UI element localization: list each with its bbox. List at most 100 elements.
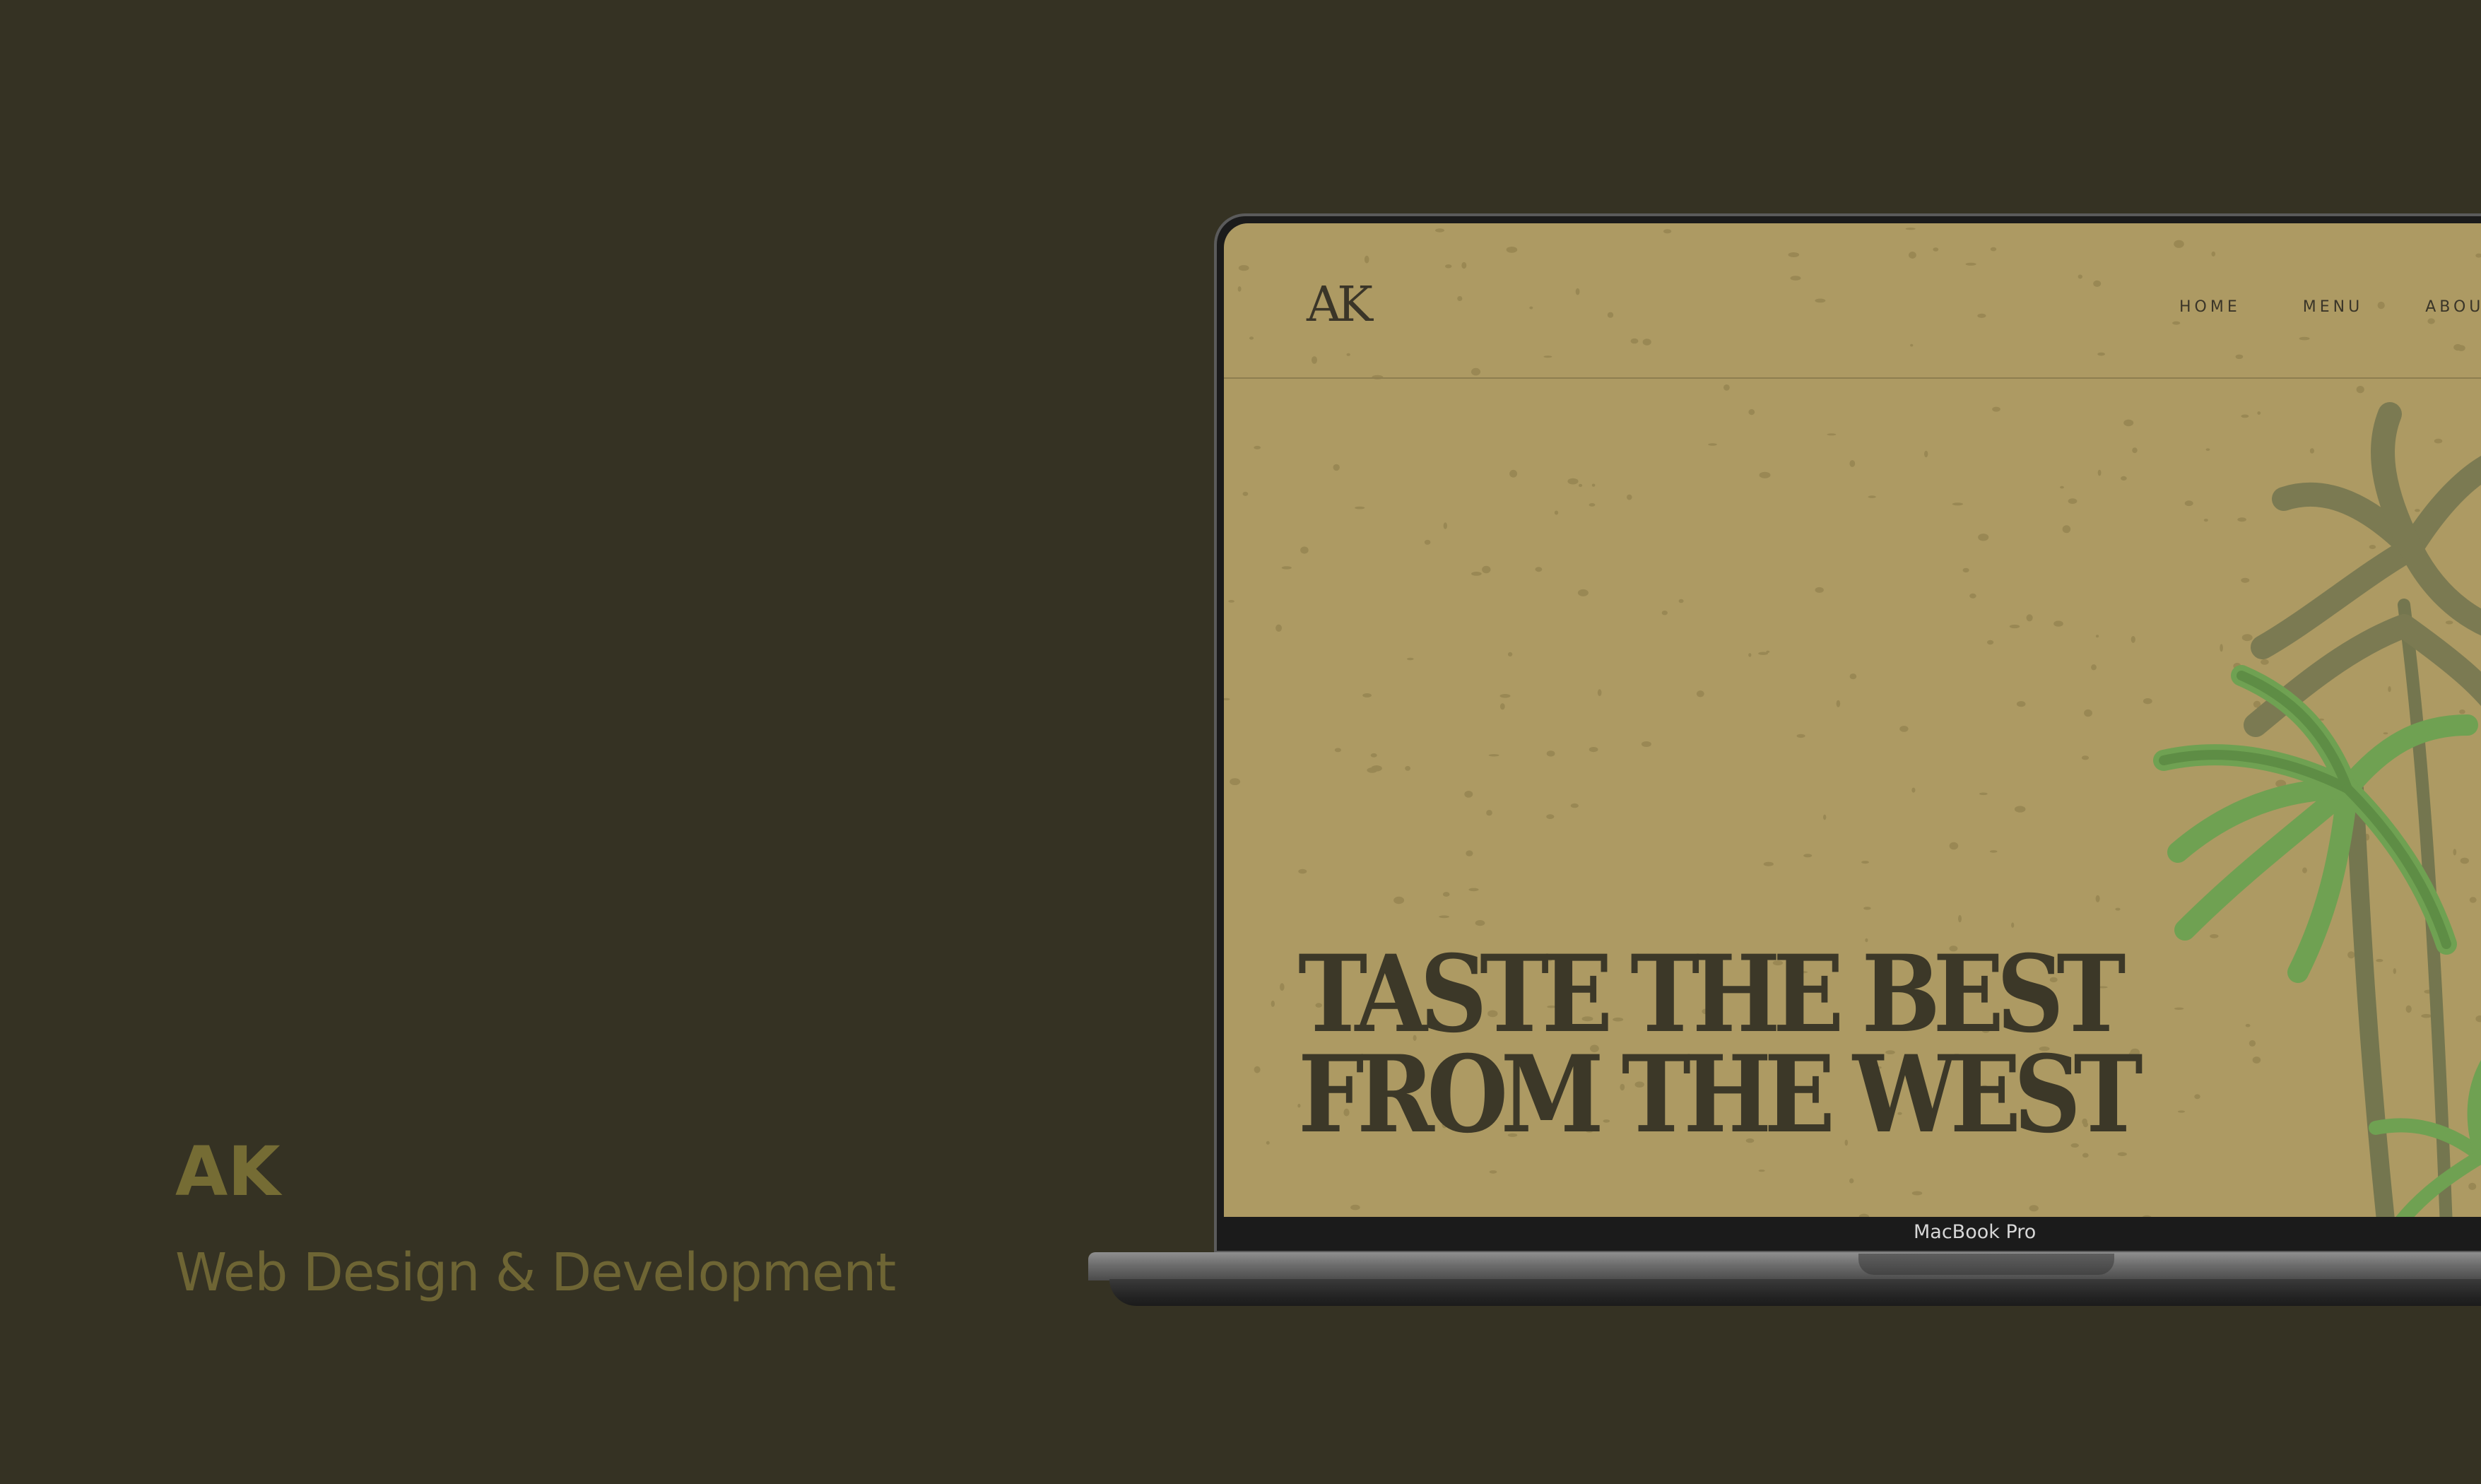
speckle [1641,741,1651,747]
speckle [2084,709,2092,717]
speckle [1591,483,1596,487]
speckle [1911,787,1916,793]
speckle [1370,753,1377,758]
speckle [1482,565,1491,574]
speckle [1281,566,1292,570]
speckle [1989,850,1998,853]
site-nav: HOME MENU ABOUT [2179,298,2481,316]
speckle [1589,503,1596,507]
speckle [1468,888,1479,892]
speckle [1949,842,1959,850]
speckle [1405,765,1410,771]
speckle [1858,1213,1870,1217]
hero-headline-line1: TASTE THE BEST [1298,932,2126,1056]
speckle [1748,653,1752,657]
speckle [1861,861,1869,864]
speckle [1499,694,1511,698]
speckle [1758,1170,1765,1172]
speckle [1579,483,1583,488]
speckle [1280,983,1285,991]
speckle [1577,589,1589,596]
speckle [1899,726,1909,732]
speckle [1979,792,1988,796]
speckle [1952,502,1964,506]
speckle [1567,478,1579,485]
speckle [1407,657,1414,661]
speckle [1766,650,1770,653]
speckle [1958,914,1962,923]
speckle [2053,620,2063,627]
caption-title: AK [175,1132,281,1211]
speckle [1992,406,2000,412]
speckle [1334,748,1341,753]
speckle [2016,701,2026,707]
speckle [1464,791,1473,798]
speckle [1254,1066,1261,1073]
speckle [1424,539,1431,545]
speckle [1224,697,1230,701]
speckle [1266,1141,1270,1145]
speckle [1228,600,1234,603]
speckle [1554,510,1559,515]
speckle [1803,854,1813,858]
speckle [1499,703,1505,710]
speckle [1298,868,1307,874]
speckle [1987,640,1994,645]
speckle [2356,386,2364,394]
speckle [1570,803,1579,808]
speckle [1466,850,1473,856]
speckle [1242,491,1249,496]
nav-about[interactable]: ABOUT [2425,298,2481,316]
laptop-base [1088,1252,2481,1280]
speckle [1300,546,1309,554]
speckle [1661,611,1668,616]
speckle [1333,464,1340,471]
speckle [1350,1204,1360,1211]
speckle [1442,892,1450,897]
speckle [2091,664,2097,671]
speckle [1836,700,1841,707]
speckle [1763,861,1774,866]
speckle [1486,810,1492,816]
speckle [1254,445,1261,449]
speckle [1509,469,1518,478]
speckle [2062,525,2071,534]
speckle [1924,450,1928,458]
speckle [1597,689,1602,697]
nav-home[interactable]: HOME [2179,298,2241,316]
speckle [1911,1191,1923,1196]
speckle [2095,635,2099,638]
speckle [1627,494,1632,500]
speckle [2014,806,2026,813]
speckle [1962,567,1969,573]
speckle [1969,593,1976,599]
laptop-notch [1858,1254,2114,1275]
speckle [1355,506,1365,510]
speckle [1868,495,1876,498]
speckle [1362,693,1372,697]
speckle [2060,485,2064,489]
speckle [2011,922,2015,928]
speckle [1796,734,1805,738]
caption: AK Web Design & Development [175,1132,896,1303]
speckle [1439,915,1449,919]
laptop-lid: AK HOME MENU ABOUT TASTE THE BEST FROM T… [1214,213,2481,1254]
speckle [1696,690,1704,697]
nav-menu[interactable]: MENU [2303,298,2363,316]
speckle [1546,750,1555,757]
speckle [1443,522,1447,529]
speckle [1863,907,1871,910]
speckle [1275,624,1282,632]
speckle [1759,471,1771,478]
speckle [2097,469,2102,476]
speckle [2068,498,2078,504]
speckle [2081,755,2090,760]
speckle [1849,673,1857,680]
speckle [1393,896,1405,905]
palm-tree-illustration [2153,402,2481,1217]
speckle [2026,614,2033,622]
site-logo[interactable]: AK [1307,277,1373,333]
speckle [1815,587,1824,593]
speckle [1271,1000,1275,1007]
speckle [2029,1205,2039,1212]
